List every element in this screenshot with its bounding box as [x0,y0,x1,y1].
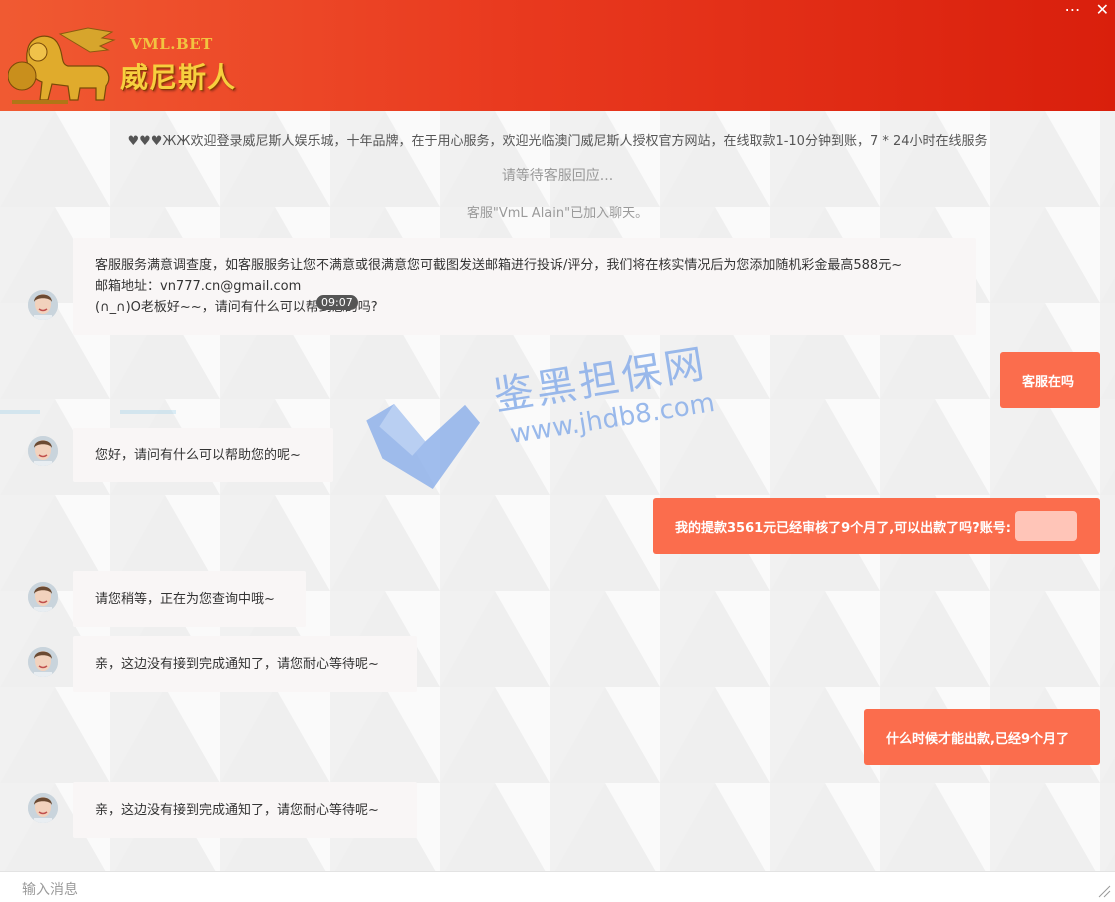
message-text: 邮箱地址：vn777.cn@gmail.com [95,279,302,294]
redacted-account [1014,511,1077,541]
agent-message: 亲，这边没有接到完成通知了，请您耐心等待呢~ [73,636,417,692]
agent-message: 客服服务满意调查度，如客服服务让您不满意或很满意您可截图发送邮箱进行投诉/评分，… [73,238,976,335]
message-text: 亲，这边没有接到完成通知了，请您耐心等待呢~ [95,656,379,672]
waiting-status: 请等待客服回应... [501,168,614,184]
winged-lion-icon [8,27,116,104]
agent-avatar [28,436,58,466]
agent-message: 请您稍等，正在为您查询中哦~ [73,571,306,627]
agent-avatar [28,647,58,677]
message-text: 亲，这边没有接到完成通知了，请您耐心等待呢~ [95,802,379,818]
agent-message: 您好，请问有什么可以帮助您的呢~ [73,428,333,482]
message-input[interactable] [20,878,1074,902]
welcome-notice: ♥♥♥ЖЖ欢迎登录威尼斯人娱乐城，十年品牌，在于用心服务，欢迎光临澳门威尼斯人授… [127,134,988,149]
more-options-icon[interactable]: ⋯ [1065,0,1081,19]
message-text: 请您稍等，正在为您查询中哦~ [95,591,275,607]
message-composer [0,871,1115,902]
brand-name-en: VML.BET [130,35,213,53]
chat-history[interactable]: ♥♥♥ЖЖ欢迎登录威尼斯人娱乐城，十年品牌，在于用心服务，欢迎光临澳门威尼斯人授… [0,111,1115,871]
message-text: 客服在吗 [1022,374,1075,390]
close-icon[interactable]: ✕ [1096,0,1109,19]
agent-avatar [28,290,58,320]
agent-avatar [28,582,58,612]
message-text: (∩_∩)O老板好~~，请问有什么可以帮到您的吗? [95,300,378,315]
user-message: 什么时候才能出款,已经9个月了 [864,709,1100,765]
user-message: 客服在吗 [1000,352,1100,408]
faded-text-strip [0,401,180,414]
resize-grip-icon[interactable] [1097,884,1111,898]
agent-message: 亲，这边没有接到完成通知了，请您耐心等待呢~ [73,782,417,838]
message-text: 您好，请问有什么可以帮助您的呢~ [95,447,301,463]
agent-avatar [28,793,58,823]
message-text: 什么时候才能出款,已经9个月了 [886,731,1069,747]
user-message: 我的提款3561元已经审核了9个月了,可以出款了吗?账号: [653,498,1100,554]
message-timestamp: 09:07 [316,295,358,310]
agent-joined-status: 客服"VmL Alain"已加入聊天。 [466,206,649,221]
message-text: 客服服务满意调查度，如客服服务让您不满意或很满意您可截图发送邮箱进行投诉/评分，… [95,258,903,273]
brand-name-cn: 威尼斯人 [120,61,237,94]
message-text: 我的提款3561元已经审核了9个月了,可以出款了吗?账号: [675,520,1011,536]
chat-header: VML.BET 威尼斯人 ⋯ ✕ [0,0,1115,111]
brand-logo: VML.BET 威尼斯人 [8,26,248,106]
